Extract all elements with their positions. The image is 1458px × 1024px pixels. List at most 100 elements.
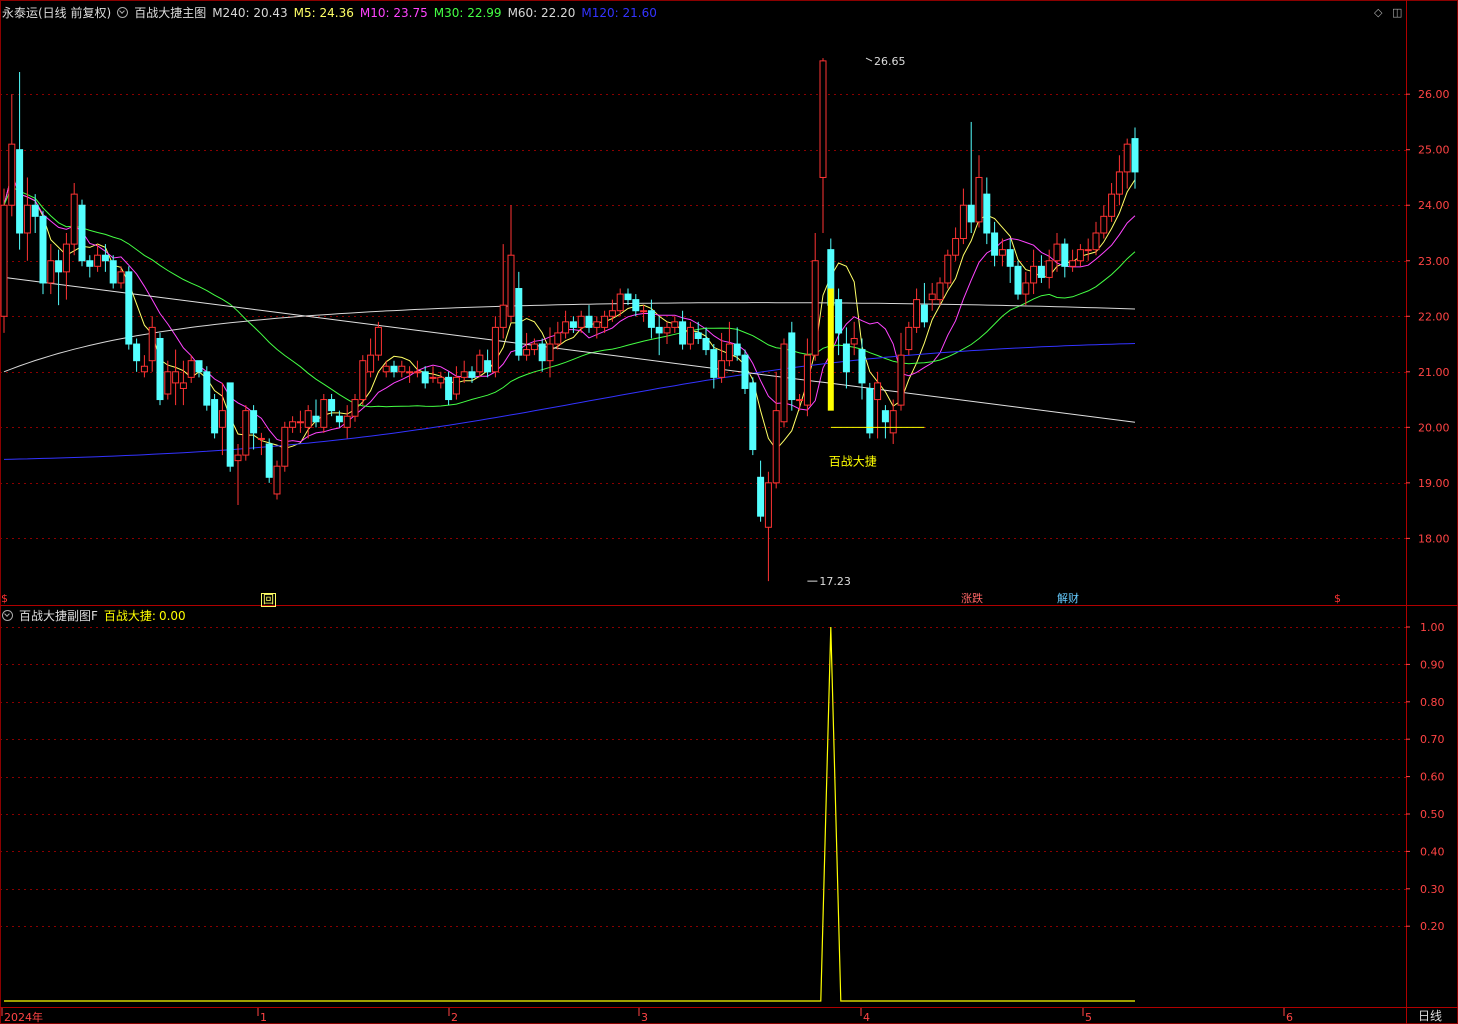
price-tick-label: 21.00: [1418, 366, 1450, 379]
candle: [647, 299, 655, 339]
candle: [959, 188, 967, 245]
candle: [156, 332, 164, 406]
candle-body: [289, 421, 297, 428]
candle-body: [78, 204, 86, 262]
ma-readouts: M240: 20.43 M5: 24.36 M10: 23.75 M30: 22.99…: [212, 6, 663, 20]
candle-body: [1092, 232, 1100, 251]
candle-body: [133, 343, 141, 362]
candle: [1022, 271, 1030, 306]
candle: [1030, 249, 1038, 295]
candle: [897, 332, 905, 411]
candle-body: [47, 260, 55, 284]
candle-body: [179, 382, 187, 389]
sub-tick-label: 0.70: [1420, 733, 1445, 746]
candle: [944, 249, 952, 289]
candle: [718, 332, 726, 383]
candle: [1084, 238, 1092, 261]
kline-chart-stage[interactable]: 百战大捷 18.0019.0020.0021.0022.0023.0024.00…: [0, 0, 1458, 1024]
candle-body: [757, 476, 765, 517]
price-tick-label: 19.00: [1418, 477, 1450, 490]
candle: [507, 205, 515, 322]
candle: [437, 371, 445, 389]
candle-body: [616, 293, 624, 312]
candle: [491, 316, 499, 378]
candle-body: [491, 326, 499, 373]
period-label[interactable]: 日线: [1418, 1009, 1442, 1023]
candle-body: [234, 454, 242, 462]
event-tag-finance[interactable]: 解财: [1056, 593, 1080, 605]
candle: [164, 360, 172, 400]
candle-body: [452, 376, 460, 395]
candle: [187, 355, 195, 383]
price-tick-label: 25.00: [1418, 144, 1450, 157]
candle: [1037, 255, 1045, 283]
event-tag-price-change[interactable]: 涨跌: [960, 593, 984, 605]
candle: [1115, 155, 1123, 206]
signal-layer: 百战大捷: [827, 288, 925, 468]
event-tag-return[interactable]: 回: [261, 593, 276, 607]
candle-body: [343, 415, 351, 428]
candle-body: [562, 321, 570, 334]
candle-body: [187, 360, 195, 378]
stock-label[interactable]: 永泰运(日线 前复权): [2, 6, 111, 20]
candle: [819, 58, 827, 233]
candle-body: [140, 365, 148, 373]
candle-body: [640, 310, 648, 313]
ma-readout-1: M5: 24.36: [293, 6, 354, 20]
candlestick-series[interactable]: [0, 58, 1139, 582]
candle-body: [1045, 260, 1053, 278]
event-tag-dollar[interactable]: $: [1333, 593, 1342, 605]
candle-body: [296, 421, 304, 424]
candle: [179, 360, 187, 406]
candle-body: [94, 254, 102, 267]
sub-panel-title[interactable]: 百战大捷副图F: [19, 609, 98, 623]
candle: [663, 321, 671, 345]
candle-body: [725, 343, 733, 362]
candle: [203, 366, 211, 411]
main-indicator-label[interactable]: 百战大捷主图: [134, 6, 206, 20]
candle: [749, 377, 757, 456]
candle: [780, 338, 788, 428]
sub-signal-line: [4, 626, 1135, 1002]
candle: [952, 227, 960, 261]
candle-body: [109, 260, 117, 284]
sub-tick-label: 0.30: [1420, 883, 1445, 896]
candle: [445, 371, 453, 406]
axis-layer: 18.0019.0020.0021.0022.0023.0024.0025.00…: [1, 88, 1450, 1024]
candle: [86, 255, 94, 278]
price-tick-label: 24.00: [1418, 199, 1450, 212]
window-toggle-icon[interactable]: ◫: [1392, 6, 1402, 19]
candle-body: [624, 293, 632, 301]
candle-body: [819, 60, 827, 178]
candle-body: [413, 371, 421, 374]
candle: [226, 382, 234, 472]
candle: [842, 327, 850, 389]
event-tag-dollar[interactable]: $: [0, 593, 9, 605]
diamond-icon[interactable]: ◇: [1374, 6, 1382, 19]
candle: [398, 360, 406, 378]
price-tick-label: 23.00: [1418, 255, 1450, 268]
dropdown-icon[interactable]: [2, 610, 13, 621]
candle: [484, 349, 492, 378]
candle-body: [608, 310, 616, 317]
candle: [889, 399, 897, 444]
sub-readout-label: 百战大捷:: [103, 609, 156, 623]
candle: [983, 177, 991, 245]
candle-body: [476, 354, 484, 373]
candle-body: [320, 399, 328, 428]
candle-body: [218, 410, 226, 428]
candle-body: [359, 360, 367, 401]
candle-body: [445, 376, 453, 401]
candle: [562, 310, 570, 339]
candle-body: [647, 310, 655, 328]
candle: [452, 366, 460, 400]
sub-tick-label: 0.80: [1420, 696, 1445, 709]
candle: [1100, 205, 1108, 239]
candle-body: [679, 321, 687, 345]
time-tick-label: 4: [863, 1011, 870, 1024]
candle-body: [585, 315, 593, 328]
candle: [710, 344, 718, 389]
candle: [1069, 249, 1077, 272]
dropdown-icon[interactable]: [117, 7, 129, 18]
candle: [62, 232, 70, 300]
